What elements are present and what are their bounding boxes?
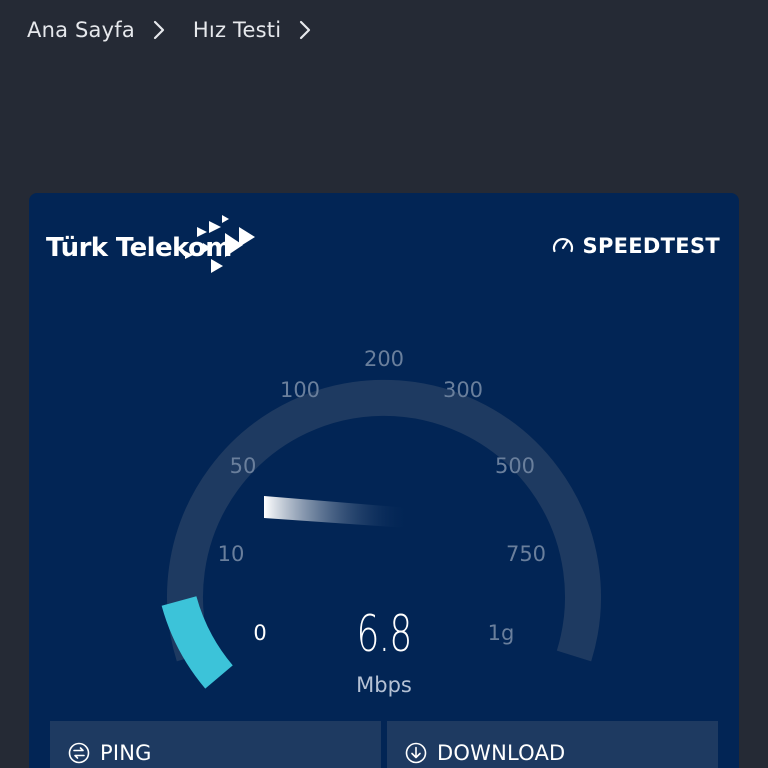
speed-unit: Mbps [356,673,412,697]
gauge-tick: 750 [506,542,546,566]
download-panel: DOWNLOAD [387,721,718,768]
gauge-tick: 100 [280,378,320,402]
gauge-tick: 300 [443,378,483,402]
download-icon [405,742,427,764]
gauge-tick: 10 [218,542,245,566]
breadcrumb: Ana Sayfa Hız Testi [27,14,339,46]
speed-test-card: Türk Telekom SPEEDTEST 0 10 50 100 200 3… [29,193,739,768]
breadcrumb-speed-test-link[interactable]: Hız Testi [193,18,281,42]
gauge-tick: 50 [230,454,257,478]
chevron-right-icon [297,20,313,40]
gauge-tick: 1g [488,621,515,645]
speed-test-page: Ana Sayfa Hız Testi Türk Telekom SPEEDTE [0,0,768,768]
ping-icon [68,742,90,764]
chevron-right-icon [151,20,167,40]
ping-panel-header: PING [68,741,152,765]
gauge-tick: 200 [364,347,404,371]
ping-panel: PING [50,721,381,768]
speed-value: 6.8 [356,605,412,663]
download-label: DOWNLOAD [437,741,566,765]
gauge-tick: 0 [253,621,266,645]
breadcrumb-home-link[interactable]: Ana Sayfa [27,18,135,42]
gauge-tick: 500 [495,454,535,478]
download-panel-header: DOWNLOAD [405,741,565,765]
gauge-needle [264,496,409,528]
gauge-fill [161,595,234,689]
ping-label: PING [100,741,152,765]
